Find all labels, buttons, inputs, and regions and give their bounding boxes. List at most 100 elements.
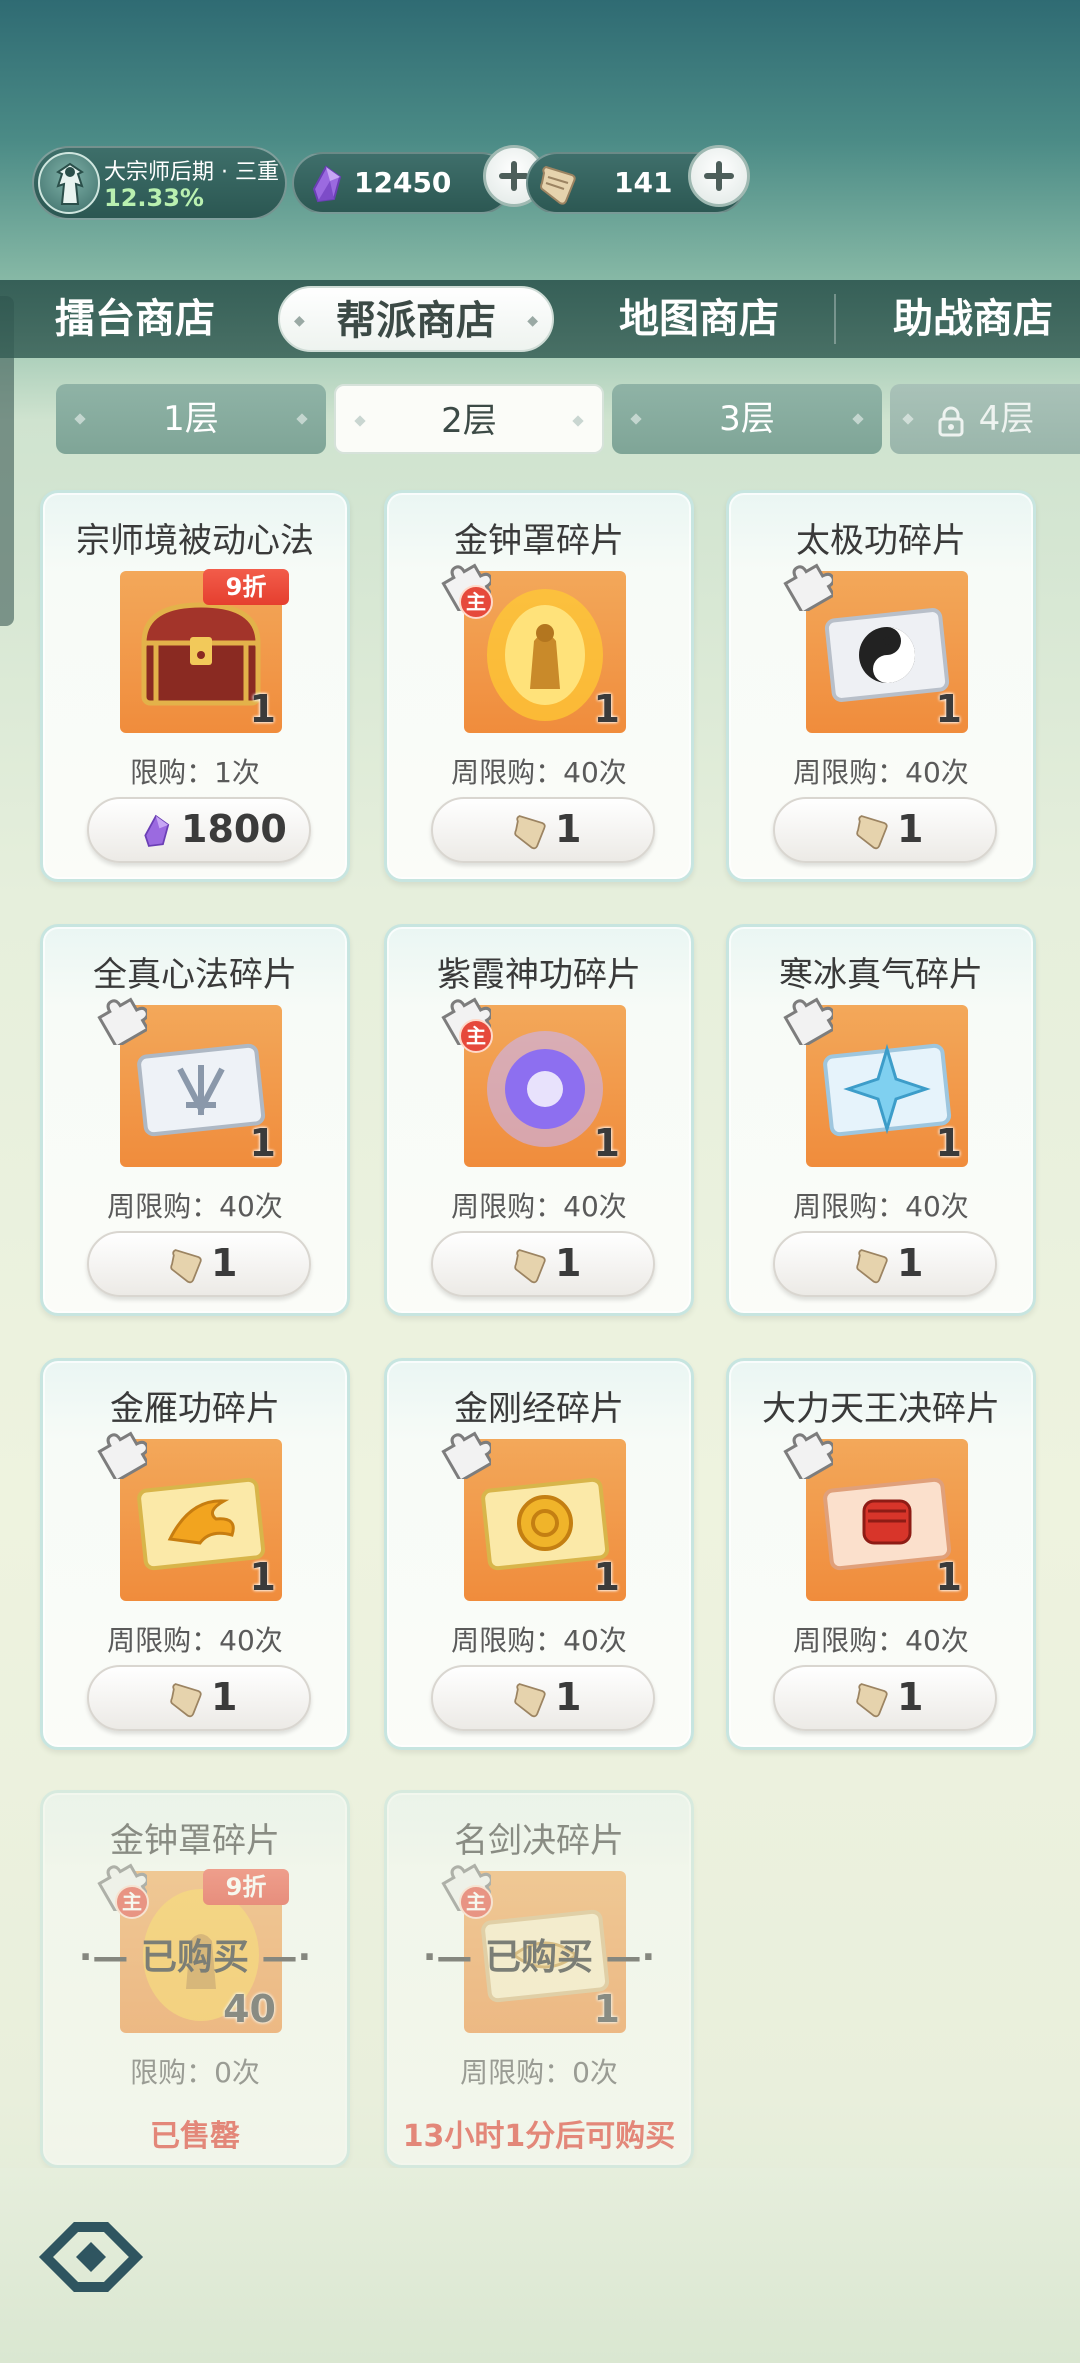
shop-item-card[interactable]: 宗师境被动心法 1 9折 限购：1次 1800 xyxy=(40,490,350,882)
gem-count: 12450 xyxy=(354,166,452,199)
item-name: 金雁功碎片 xyxy=(110,1389,280,1429)
item-quantity: 1 xyxy=(935,1121,962,1165)
ornament: ·— xyxy=(422,1937,473,1978)
item-price: 1 xyxy=(897,1241,924,1285)
bottom-bar xyxy=(0,2168,1080,2363)
tab-divider xyxy=(834,294,836,344)
buy-button[interactable]: 1 xyxy=(773,1665,997,1731)
item-price: 1 xyxy=(211,1675,238,1719)
tab-floor-1[interactable]: 1层 xyxy=(56,384,326,454)
item-price: 1 xyxy=(897,807,924,851)
shop-item-card[interactable]: 紫霞神功碎片 1 主 周限购：40次 1 xyxy=(384,924,694,1316)
buy-button[interactable]: 1 xyxy=(87,1231,311,1297)
purple-gem-icon xyxy=(312,165,342,203)
item-price: 1800 xyxy=(181,807,287,851)
item-name: 紫霞神功碎片 xyxy=(437,955,641,995)
tab-guild-shop[interactable]: 帮派商店 xyxy=(278,286,554,354)
shop-item-card[interactable]: 大力天王决碎片 1 周限购：40次 1 xyxy=(726,1358,1036,1750)
tab-floor-2[interactable]: 2层 xyxy=(334,384,604,454)
purchase-limit: 周限购：40次 xyxy=(107,1624,283,1657)
rank-label: 大宗师后期 · 三重 xyxy=(104,160,279,185)
item-quantity: 1 xyxy=(593,1555,620,1599)
tab-floor-4[interactable]: 4层 xyxy=(890,384,1080,454)
tab-ornament xyxy=(902,413,914,425)
purchase-limit: 周限购：40次 xyxy=(793,1624,969,1657)
item-name: 名剑决碎片 xyxy=(454,1821,624,1861)
scroll-token-icon xyxy=(540,165,576,205)
buy-button[interactable]: 1 xyxy=(773,1231,997,1297)
ornament: —· xyxy=(261,1937,312,1978)
buy-button[interactable]: 1 xyxy=(87,1665,311,1731)
item-price: 1 xyxy=(897,1675,924,1719)
rank-progress: 12.33% xyxy=(104,184,204,212)
tab-map-shop[interactable]: 地图商店 xyxy=(584,280,814,358)
purchased-text: 已购买 xyxy=(484,1937,593,1978)
fragment-puzzle-icon xyxy=(97,997,147,1045)
tab-ornament xyxy=(572,415,584,427)
tab-arena-shop[interactable]: 擂台商店 xyxy=(20,280,250,358)
tab-floor-3[interactable]: 3层 xyxy=(612,384,882,454)
scroll-token-icon xyxy=(514,815,546,850)
ornament: ·— xyxy=(78,1937,129,1978)
purchase-limit: 周限购：40次 xyxy=(107,1190,283,1223)
fragment-puzzle-icon xyxy=(783,563,833,611)
purple-gem-icon xyxy=(144,814,170,847)
player-profile[interactable]: 大宗师后期 · 三重 12.33% xyxy=(32,146,287,220)
buy-button[interactable]: 1800 xyxy=(87,797,311,863)
item-name: 宗师境被动心法 xyxy=(76,521,314,561)
tab-support-shop[interactable]: 助战商店 xyxy=(866,280,1080,358)
item-price: 1 xyxy=(555,1675,582,1719)
shop-item-card[interactable]: 全真心法碎片 1 周限购：40次 1 xyxy=(40,924,350,1316)
buy-button[interactable]: 1 xyxy=(431,797,655,863)
main-skill-badge: 主 xyxy=(115,1885,149,1919)
gem-currency: 12450 xyxy=(292,152,512,214)
main-skill-badge: 主 xyxy=(459,1019,493,1053)
add-scroll-button[interactable] xyxy=(688,145,750,207)
floor-label: 1层 xyxy=(163,399,219,439)
fragment-puzzle-icon xyxy=(783,1431,833,1479)
tab-ornament xyxy=(852,413,864,425)
item-name: 大力天王决碎片 xyxy=(762,1389,1000,1429)
scroll-count: 141 xyxy=(614,166,673,199)
purchase-limit: 周限购：40次 xyxy=(451,756,627,789)
scroll-token-icon xyxy=(856,1249,888,1284)
floor-label: 3层 xyxy=(719,399,775,439)
tab-ornament xyxy=(630,413,642,425)
item-price: 1 xyxy=(555,1241,582,1285)
floor-label: 2层 xyxy=(441,401,497,441)
floor-label: 4层 xyxy=(978,399,1035,439)
sold-out-status: 已售罄 xyxy=(150,2119,240,2154)
purchased-text: 已购买 xyxy=(140,1937,249,1978)
item-quantity: 1 xyxy=(593,1121,620,1165)
fragment-puzzle-icon xyxy=(441,1431,491,1479)
purchase-limit: 限购：1次 xyxy=(130,756,260,789)
item-quantity: 1 xyxy=(935,1555,962,1599)
buy-button[interactable]: 1 xyxy=(773,797,997,863)
item-name: 全真心法碎片 xyxy=(93,955,297,995)
shop-item-card[interactable]: 寒冰真气碎片 1 周限购：40次 1 xyxy=(726,924,1036,1316)
item-quantity: 40 xyxy=(223,1987,276,2031)
scroll-token-icon xyxy=(514,1683,546,1718)
purchase-limit: 周限购：40次 xyxy=(793,756,969,789)
back-logo-icon[interactable] xyxy=(36,2212,146,2302)
scroll-token-icon xyxy=(856,815,888,850)
fragment-puzzle-icon xyxy=(783,997,833,1045)
tab-ornament xyxy=(296,413,308,425)
buy-button[interactable]: 1 xyxy=(431,1665,655,1731)
item-quantity: 1 xyxy=(249,687,276,731)
purchase-limit: 周限购：40次 xyxy=(793,1190,969,1223)
status-bar: 大宗师后期 · 三重 12.33% 12450 141 xyxy=(32,145,1048,222)
item-price: 1 xyxy=(555,807,582,851)
buy-button[interactable]: 1 xyxy=(431,1231,655,1297)
fragment-puzzle-icon xyxy=(97,1431,147,1479)
shop-item-card-cooldown: 名剑决碎片 1 主 ·— 已购买 —· 周限购：0次 13小时1分后可购买 xyxy=(384,1790,694,2168)
shop-item-card[interactable]: 金雁功碎片 1 周限购：40次 1 xyxy=(40,1358,350,1750)
shop-tab-bar: 擂台商店 帮派商店 地图商店 助战商店 xyxy=(0,280,1080,358)
ornament: —· xyxy=(605,1937,656,1978)
cooldown-status: 13小时1分后可购买 xyxy=(402,2119,676,2154)
shop-item-card[interactable]: 金刚经碎片 1 周限购：40次 1 xyxy=(384,1358,694,1750)
discount-badge: 9折 xyxy=(203,1869,289,1905)
shop-item-card-sold-out: 金钟罩碎片 40 9折 主 ·— 已购买 —· 限购：0次 已售罄 xyxy=(40,1790,350,2168)
shop-item-card[interactable]: 太极功碎片 1 周限购：40次 1 xyxy=(726,490,1036,882)
shop-item-card[interactable]: 金钟罩碎片 1 主 周限购：40次 1 xyxy=(384,490,694,882)
